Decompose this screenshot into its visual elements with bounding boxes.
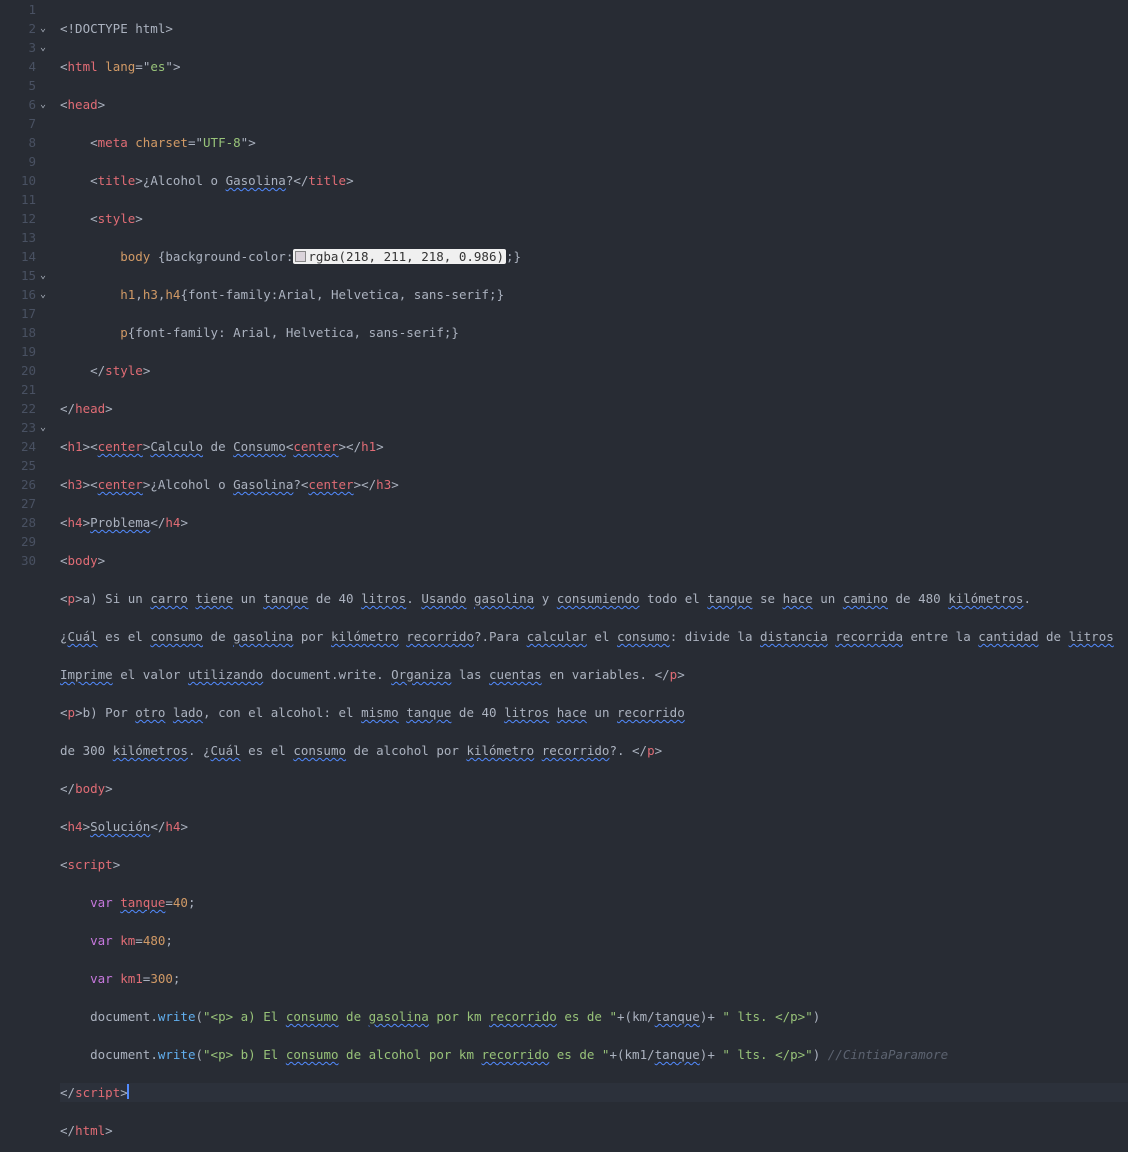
line-number: 5 (0, 76, 36, 95)
line-number: 8 (0, 133, 36, 152)
code-line[interactable]: <p>a) Si un carro tiene un tanque de 40 … (60, 589, 1128, 608)
code-line[interactable]: <script> (60, 855, 1128, 874)
chevron-down-icon[interactable]: ⌄ (38, 266, 48, 285)
line-number: 27 (0, 494, 36, 513)
line-number: 13 (0, 228, 36, 247)
line-number: 16⌄ (0, 285, 36, 304)
line-number: 1 (0, 0, 36, 19)
code-line[interactable]: </html> (60, 1121, 1128, 1140)
line-number: 24 (0, 437, 36, 456)
code-line[interactable]: h1,h3,h4{font-family:Arial, Helvetica, s… (60, 285, 1128, 304)
line-number: 14 (0, 247, 36, 266)
line-number: 28 (0, 513, 36, 532)
code-line[interactable]: <head> (60, 95, 1128, 114)
line-number: 7 (0, 114, 36, 133)
code-line[interactable]: <html lang="es"> (60, 57, 1128, 76)
code-line[interactable]: <title>¿Alcohol o Gasolina?</title> (60, 171, 1128, 190)
line-number: 15⌄ (0, 266, 36, 285)
line-number: 3⌄ (0, 38, 36, 57)
line-number: 29 (0, 532, 36, 551)
text-cursor (127, 1084, 129, 1099)
code-line[interactable]: var km=480; (60, 931, 1128, 950)
line-number: 9 (0, 152, 36, 171)
code-line[interactable]: </style> (60, 361, 1128, 380)
line-number: 18 (0, 323, 36, 342)
code-line[interactable]: <h3><center>¿Alcohol o Gasolina?<center>… (60, 475, 1128, 494)
chevron-down-icon[interactable]: ⌄ (38, 95, 48, 114)
code-line[interactable]: <h4>Solución</h4> (60, 817, 1128, 836)
line-number: 26 (0, 475, 36, 494)
code-line[interactable]: ¿Cuál es el consumo de gasolina por kiló… (60, 627, 1128, 646)
line-number: 25 (0, 456, 36, 475)
code-line[interactable]: var km1=300; (60, 969, 1128, 988)
line-number: 22 (0, 399, 36, 418)
chevron-down-icon[interactable]: ⌄ (38, 418, 48, 437)
code-line[interactable]: <style> (60, 209, 1128, 228)
color-swatch-icon (295, 251, 306, 262)
code-line[interactable]: </body> (60, 779, 1128, 798)
code-line[interactable]: <meta charset="UTF-8"> (60, 133, 1128, 152)
line-number: 17 (0, 304, 36, 323)
line-number: 4 (0, 57, 36, 76)
code-line[interactable]: <body> (60, 551, 1128, 570)
line-number: 12 (0, 209, 36, 228)
code-line[interactable]: de 300 kilómetros. ¿Cuál es el consumo d… (60, 741, 1128, 760)
code-line[interactable]: body {background-color:rgba(218, 211, 21… (60, 247, 1128, 266)
line-number: 19 (0, 342, 36, 361)
code-line[interactable]: document.write("<p> a) El consumo de gas… (60, 1007, 1128, 1026)
code-line[interactable]: document.write("<p> b) El consumo de alc… (60, 1045, 1128, 1064)
chevron-down-icon[interactable]: ⌄ (38, 285, 48, 304)
color-swatch[interactable]: rgba(218, 211, 218, 0.986) (293, 249, 506, 264)
code-line[interactable]: </script> (60, 1083, 1128, 1102)
code-line[interactable]: p{font-family: Arial, Helvetica, sans-se… (60, 323, 1128, 342)
chevron-down-icon[interactable]: ⌄ (38, 38, 48, 57)
chevron-down-icon[interactable]: ⌄ (38, 19, 48, 38)
code-line[interactable]: var tanque=40; (60, 893, 1128, 912)
code-line[interactable]: Imprime el valor utilizando document.wri… (60, 665, 1128, 684)
line-number: 6⌄ (0, 95, 36, 114)
code-line[interactable]: </head> (60, 399, 1128, 418)
line-number: 21 (0, 380, 36, 399)
line-number: 20 (0, 361, 36, 380)
code-line[interactable]: <h4>Problema</h4> (60, 513, 1128, 532)
line-number: 10 (0, 171, 36, 190)
code-area[interactable]: <!DOCTYPE html> <html lang="es"> <head> … (42, 0, 1128, 576)
line-number-gutter: 1 2⌄ 3⌄ 4 5 6⌄ 7 8 9 10 11 12 13 14 15⌄ … (0, 0, 42, 576)
code-line[interactable]: <!DOCTYPE html> (60, 19, 1128, 38)
line-number: 23⌄ (0, 418, 36, 437)
line-number: 2⌄ (0, 19, 36, 38)
code-line[interactable]: <h1><center>Calculo de Consumo<center></… (60, 437, 1128, 456)
line-number: 11 (0, 190, 36, 209)
code-line[interactable]: <p>b) Por otro lado, con el alcohol: el … (60, 703, 1128, 722)
line-number: 30 (0, 551, 36, 570)
code-editor[interactable]: 1 2⌄ 3⌄ 4 5 6⌄ 7 8 9 10 11 12 13 14 15⌄ … (0, 0, 1128, 576)
